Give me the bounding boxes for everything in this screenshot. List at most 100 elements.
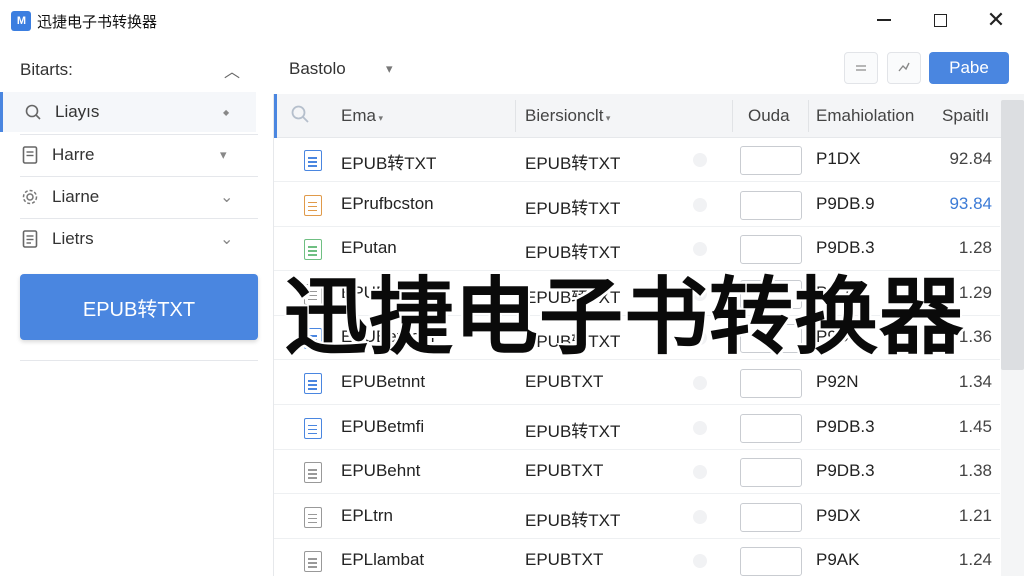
sidebar-item-label: Liayıs <box>55 102 100 121</box>
emahiolation-value: P9DB.3 <box>816 416 875 436</box>
toolbar-title[interactable]: Bastolo <box>289 59 346 79</box>
output-field[interactable] <box>740 190 802 220</box>
chevron-down-icon: ⌄ <box>220 231 234 248</box>
size-value: 1.38 <box>958 461 992 481</box>
output-field[interactable] <box>740 458 802 488</box>
close-icon: ✕ <box>986 7 1006 32</box>
sidebar-item-label: Lietrs <box>52 229 94 248</box>
lines-icon <box>854 61 868 76</box>
file-icon <box>304 506 322 528</box>
table-row[interactable]: EPUB转TXT EPUB转TXT P1DX 92.84 <box>274 138 1000 182</box>
file-name: EPUBetmfi <box>341 416 425 436</box>
file-icon <box>304 373 322 394</box>
overlay-title: 迅捷电子书转换器 <box>284 268 965 366</box>
sidebar-item-1[interactable]: Liayıs ◆ <box>0 92 256 132</box>
document-icon <box>20 229 40 249</box>
align-button[interactable] <box>844 52 878 84</box>
table-search-button[interactable] <box>274 94 322 138</box>
file-format: EPUB转TXT <box>525 510 621 530</box>
size-value: 1.21 <box>958 505 992 525</box>
emahiolation-value: P1DX <box>816 149 861 168</box>
status-dot <box>693 420 707 435</box>
status-dot <box>693 554 707 569</box>
chevron-down-icon: ⌄ <box>220 189 234 206</box>
status-dot <box>693 153 707 167</box>
sidebar-header: Bitarts: <box>20 60 73 79</box>
column-header-spaitli[interactable]: Spaitlı <box>942 106 989 126</box>
chevron-down-icon: ▾ <box>220 147 227 162</box>
sidebar-item-4[interactable]: Lietrs ⌄ <box>0 219 256 259</box>
file-name: EPLtrn <box>341 505 393 525</box>
output-field[interactable] <box>740 413 802 443</box>
file-icon <box>304 417 322 439</box>
minimize-icon <box>877 19 891 21</box>
sidebar-item-label: Liarne <box>52 187 100 206</box>
file-name: EPrufbcston <box>341 193 434 213</box>
search-icon <box>23 102 43 122</box>
sidebar: Bitarts: ︿ Liayıs ◆ Harre ▾ Liarne ⌄ Lie… <box>0 40 258 576</box>
edit-button[interactable] <box>887 52 921 84</box>
size-value: 92.84 <box>949 149 992 168</box>
output-field[interactable] <box>740 502 802 532</box>
file-icon <box>304 194 322 216</box>
column-divider[interactable] <box>515 100 516 132</box>
size-value: 1.34 <box>958 372 992 391</box>
status-dot <box>693 509 707 524</box>
file-name: EPLlambat <box>341 550 425 570</box>
emahiolation-value: P92N <box>816 372 859 391</box>
minimize-button[interactable] <box>856 0 912 40</box>
search-icon <box>290 104 310 129</box>
sidebar-item-label: Harre <box>52 145 95 164</box>
sidebar-item-2[interactable]: Harre ▾ <box>0 135 256 175</box>
file-icon <box>304 462 322 484</box>
file-format: EPUB转TXT <box>525 198 621 218</box>
sidebar-item-3[interactable]: Liarne ⌄ <box>0 177 256 217</box>
gear-icon <box>20 187 40 207</box>
epub-to-txt-button[interactable]: EPUB转TXT <box>20 274 258 340</box>
column-header-version[interactable]: Biersionclt ▾ <box>525 106 610 126</box>
file-format: EPUBTXT <box>525 550 604 570</box>
file-name: EPUBetnnt <box>341 372 426 391</box>
table-header: Ema ▾ Biersionclt ▾ Ouda Emahiolation Sp… <box>274 94 1024 138</box>
output-field[interactable] <box>740 369 802 398</box>
column-label: Ema <box>341 106 376 125</box>
page-button[interactable]: Pabe <box>929 52 1009 84</box>
chevron-down-icon[interactable]: ▾ <box>386 61 393 77</box>
column-divider[interactable] <box>808 100 809 132</box>
table-row[interactable]: EPUBehnt EPUBTXT P9DB.3 1.38 <box>274 450 1000 495</box>
file-icon <box>20 145 40 165</box>
file-name: EPUB转TXT <box>341 154 437 173</box>
column-header-ouda[interactable]: Ouda <box>748 106 790 126</box>
table-row[interactable]: EPrufbcston EPUB转TXT P9DB.9 93.84 <box>274 183 1000 227</box>
column-label: Biersionclt <box>525 106 604 125</box>
maximize-button[interactable] <box>912 0 968 40</box>
maximize-icon <box>933 13 947 27</box>
table-row[interactable]: EPUBetmfi EPUB转TXT P9DB.3 1.45 <box>274 406 1000 450</box>
table-row[interactable]: EPLlambat EPUBTXT P9AK 1.24 <box>274 539 1000 576</box>
output-field[interactable] <box>740 547 802 576</box>
scrollbar-thumb[interactable] <box>1001 100 1024 370</box>
file-format: EPUBTXT <box>525 461 604 481</box>
file-format: EPUB转TXT <box>525 421 621 441</box>
file-icon <box>304 551 322 573</box>
column-divider[interactable] <box>732 100 733 132</box>
sidebar-divider <box>20 360 258 361</box>
close-button[interactable]: ✕ <box>968 0 1024 40</box>
file-icon <box>304 150 322 171</box>
status-dot <box>693 197 707 212</box>
column-header-name[interactable]: Ema ▾ <box>341 106 383 126</box>
status-dot <box>693 376 707 390</box>
emahiolation-value: P9AK <box>816 550 860 570</box>
output-field[interactable] <box>740 146 802 175</box>
size-value: 1.24 <box>958 550 992 570</box>
size-value: 93.84 <box>949 193 992 213</box>
emahiolation-value: P9DX <box>816 505 861 525</box>
chevron-up-icon[interactable]: ︿ <box>224 58 240 82</box>
app-title: 迅捷电子书转换器 <box>37 14 158 31</box>
title-bar: M 迅捷电子书转换器 ✕ <box>0 0 1024 40</box>
file-name: EPUBehnt <box>341 461 421 481</box>
file-format: EPUB转TXT <box>525 154 621 173</box>
app-logo-icon: M <box>11 11 31 31</box>
column-header-emahiolation[interactable]: Emahiolation <box>816 106 914 126</box>
table-row[interactable]: EPLtrn EPUB转TXT P9DX 1.21 <box>274 495 1000 539</box>
